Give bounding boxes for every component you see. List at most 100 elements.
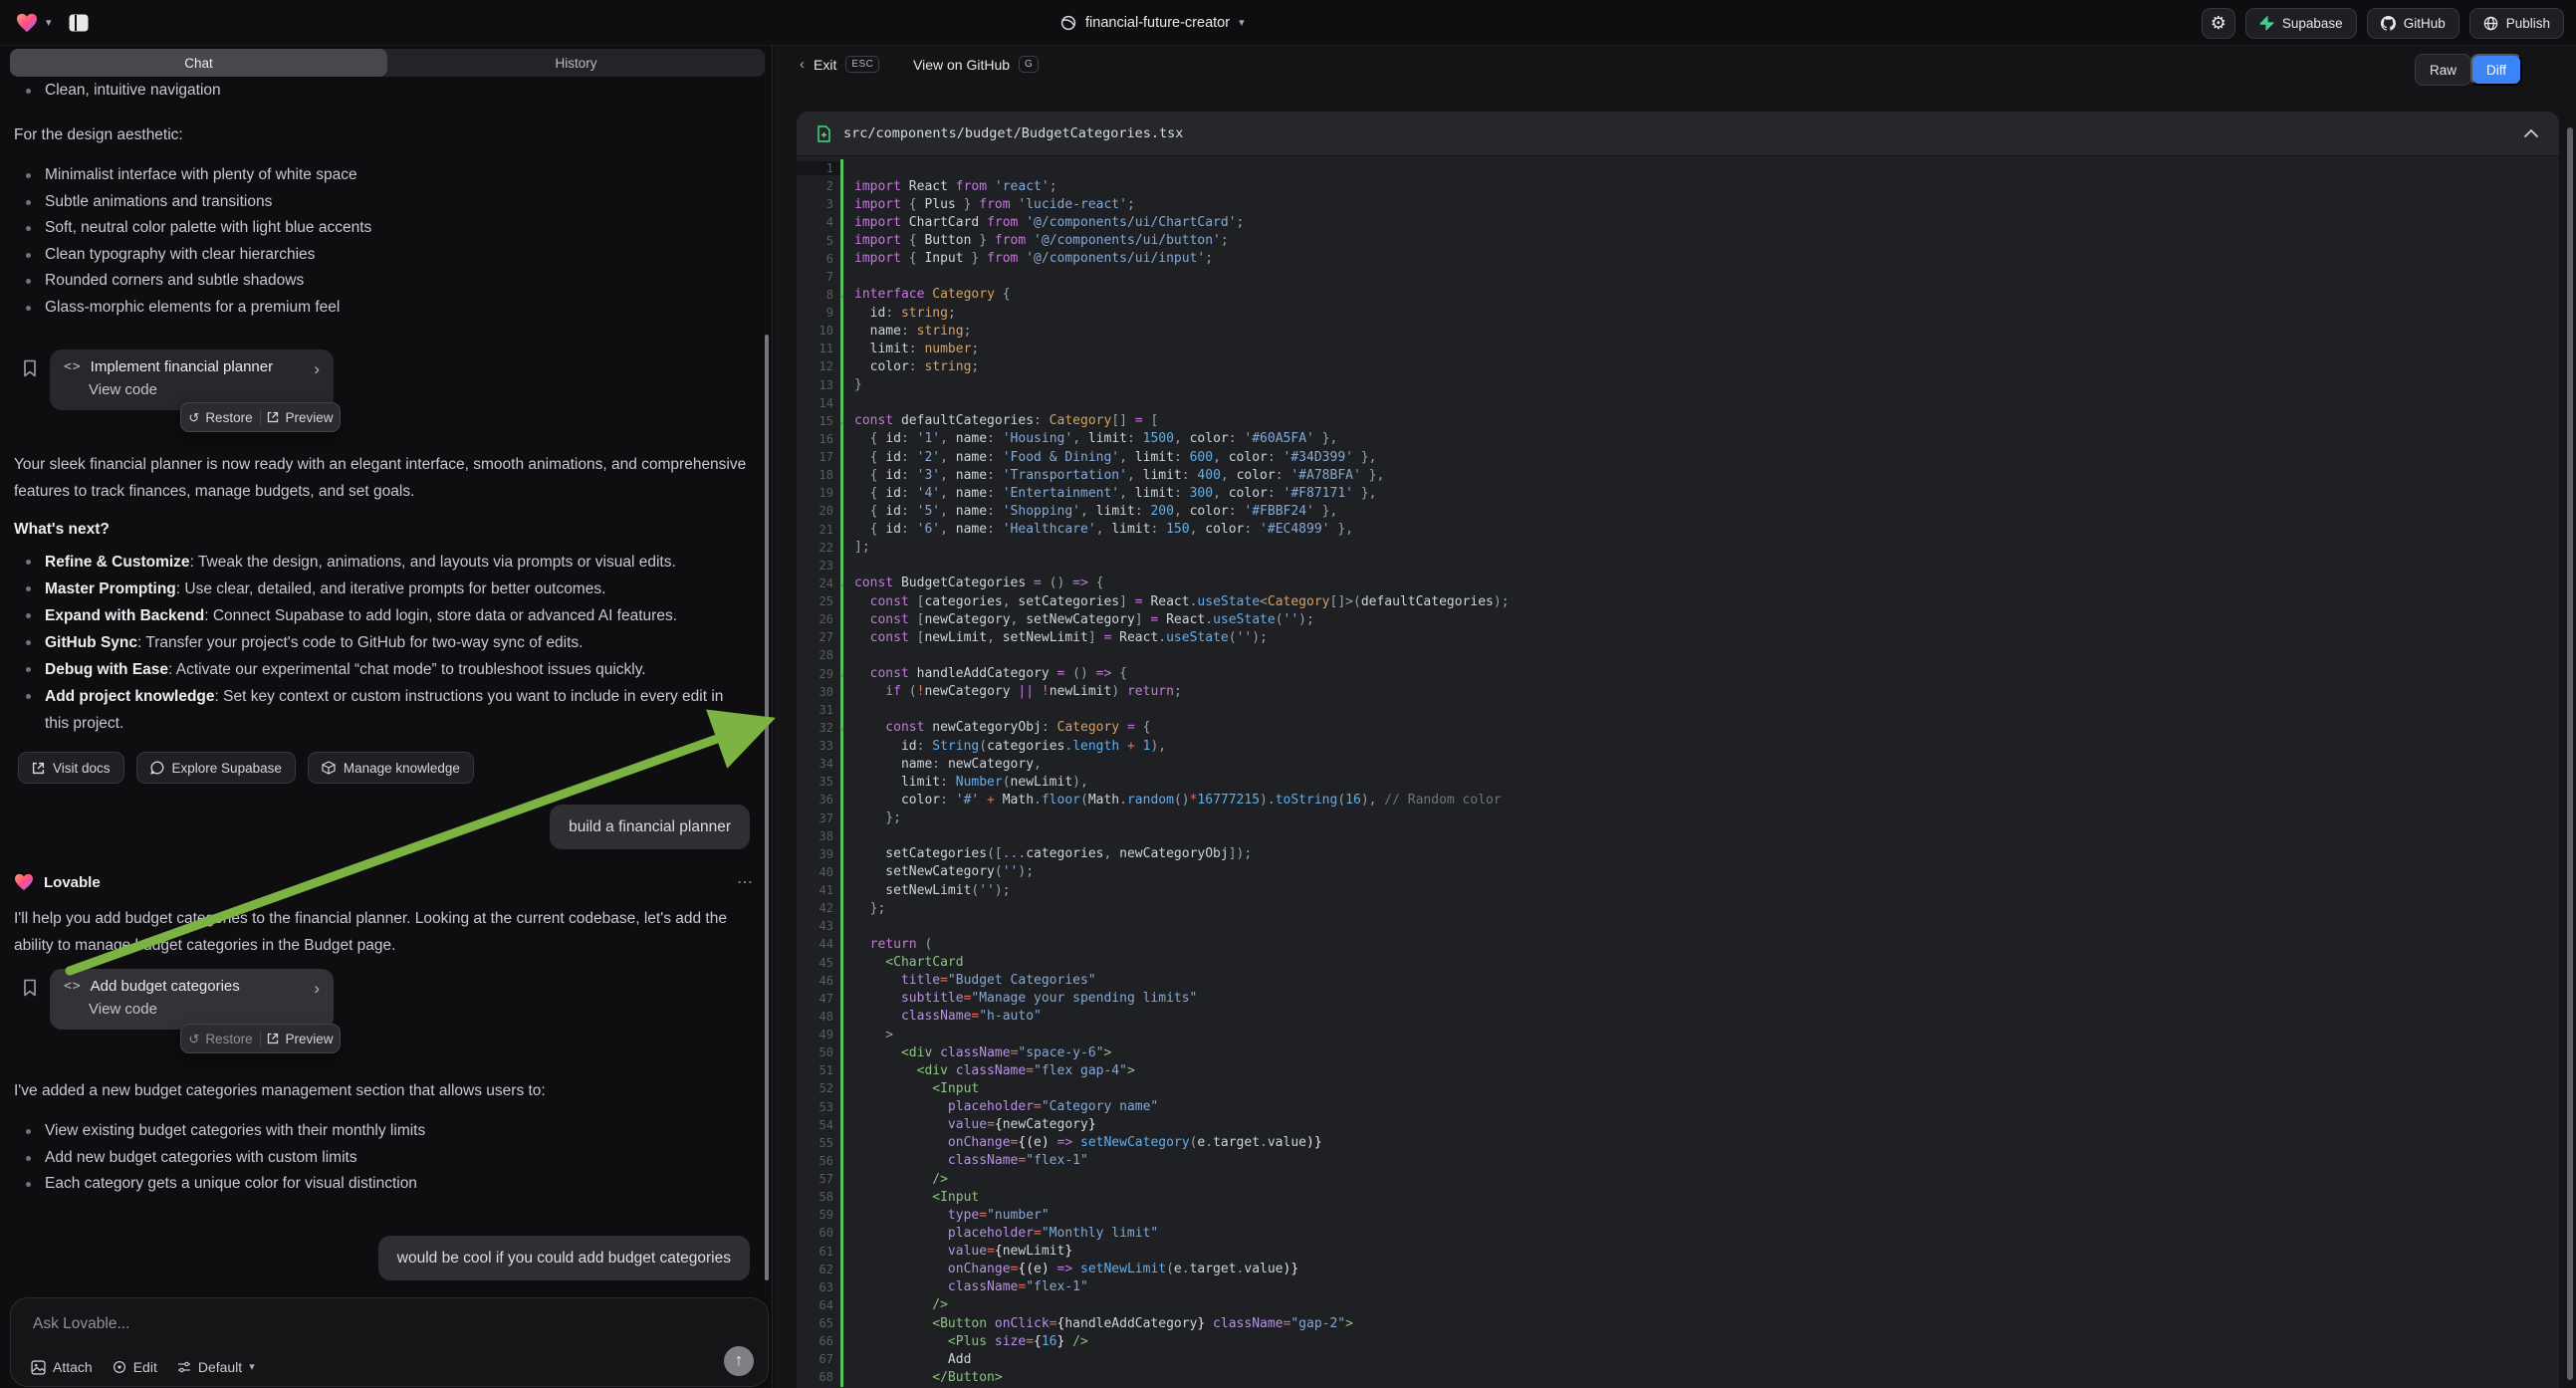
tab-chat[interactable]: Chat: [10, 49, 387, 77]
line-number: 14: [797, 396, 840, 410]
supabase-button[interactable]: Supabase: [2245, 8, 2357, 39]
code-icon: <>: [64, 359, 82, 374]
bookmark-icon[interactable]: [22, 359, 38, 377]
restore-button[interactable]: ↺ Restore: [181, 1025, 260, 1052]
restore-button[interactable]: ↺ Restore: [181, 403, 260, 431]
line-number: 55: [797, 1136, 840, 1150]
bullet-text: Expand with Backend: Connect Supabase to…: [45, 602, 677, 629]
diff-toggle-button[interactable]: Diff: [2470, 54, 2522, 86]
code-text: className="flex-1": [843, 1279, 1088, 1294]
list-item: Subtle animations and transitions: [14, 189, 753, 216]
code-line: 8⌄interface Category {: [797, 286, 2559, 304]
line-number: 57: [797, 1172, 840, 1186]
g-key-badge: G: [1019, 56, 1039, 73]
code-text: { id: '5', name: 'Shopping', limit: 200,…: [843, 504, 1337, 519]
version-card-add-budget-categories[interactable]: <> Add budget categories › View code: [50, 969, 334, 1030]
project-globe-icon: [1060, 15, 1076, 31]
version-card-implement-financial-planner[interactable]: <> Implement financial planner › View co…: [50, 349, 334, 410]
mode-selector[interactable]: Default ▾: [177, 1359, 255, 1375]
toggle-sidebar-button[interactable]: [68, 13, 90, 33]
raw-toggle-button[interactable]: Raw: [2415, 54, 2471, 86]
visit-docs-button[interactable]: Visit docs: [18, 752, 124, 784]
publish-globe-icon: [2483, 16, 2498, 31]
chat-history-tabs: Chat History: [10, 49, 765, 77]
manage-knowledge-button[interactable]: Manage knowledge: [308, 752, 474, 784]
code-line: 32⌄ const newCategoryObj: Category = {: [797, 719, 2559, 737]
composer[interactable]: Ask Lovable... Attach Edit Default ▾ ↑: [10, 1297, 769, 1387]
composer-input[interactable]: Ask Lovable...: [33, 1315, 129, 1333]
lovable-heart-icon: [14, 873, 34, 891]
send-button[interactable]: ↑: [724, 1346, 754, 1376]
fold-chevron-icon[interactable]: ⌄: [839, 578, 844, 588]
project-selector[interactable]: financial-future-creator ▾: [1060, 0, 1245, 46]
code-text: />: [843, 1297, 948, 1312]
code-line: 67 Add: [797, 1350, 2559, 1368]
bullet-dot: [26, 640, 31, 645]
message-menu-button[interactable]: ⋯: [737, 872, 755, 892]
image-icon: [31, 1360, 46, 1375]
code-line: 34 name: newCategory,: [797, 755, 2559, 773]
attach-button[interactable]: Attach: [31, 1359, 93, 1375]
file-added-icon: [817, 125, 831, 142]
assistant-name: Lovable: [44, 874, 101, 891]
file-header[interactable]: src/components/budget/BudgetCategories.t…: [797, 112, 2559, 156]
bullet-text: Glass-morphic elements for a premium fee…: [45, 295, 340, 322]
chat-scrollbar[interactable]: [765, 335, 769, 1280]
code-text: const handleAddCategory = () => {: [843, 666, 1127, 681]
list-item: Refine & Customize: Tweak the design, an…: [14, 549, 753, 576]
restore-icon: ↺: [188, 411, 199, 424]
tab-history[interactable]: History: [387, 49, 765, 77]
bookmark-icon[interactable]: [22, 979, 38, 997]
code-text: ];: [843, 540, 870, 555]
settings-button[interactable]: ⚙: [2202, 8, 2235, 39]
code-text: <Button onClick={handleAddCategory} clas…: [843, 1316, 1353, 1331]
edit-button[interactable]: Edit: [113, 1359, 157, 1375]
view-code-link[interactable]: View code: [89, 381, 320, 398]
code-line: 42 };: [797, 899, 2559, 917]
scrolled-bullet-list: Clean, intuitive navigation: [14, 78, 753, 105]
line-number: 53: [797, 1100, 840, 1114]
preview-button[interactable]: Preview: [261, 1025, 340, 1052]
list-item: Clean, intuitive navigation: [14, 78, 753, 105]
line-number: 2: [797, 179, 840, 193]
fold-chevron-icon[interactable]: ⌄: [839, 669, 844, 679]
code-line: 61 value={newLimit}: [797, 1243, 2559, 1261]
logo-chevron-down-icon[interactable]: ▾: [46, 18, 52, 29]
restore-icon: ↺: [188, 1033, 199, 1045]
code-scrollbar[interactable]: [2567, 127, 2573, 1380]
line-number: 28: [797, 648, 840, 662]
view-code-link[interactable]: View code: [89, 1001, 320, 1018]
restore-label: Restore: [205, 410, 252, 425]
bullet-text: Minimalist interface with plenty of whit…: [45, 162, 357, 189]
fold-chevron-icon[interactable]: ⌄: [839, 723, 844, 733]
project-name: financial-future-creator: [1085, 15, 1230, 31]
code-line: 33 id: String(categories.length + 1),: [797, 737, 2559, 755]
lovable-logo-icon[interactable]: [16, 13, 38, 33]
bullet-text: Clean, intuitive navigation: [45, 78, 221, 105]
list-item: Glass-morphic elements for a premium fee…: [14, 295, 753, 322]
fold-chevron-icon[interactable]: ⌄: [839, 416, 844, 426]
target-icon: [113, 1360, 126, 1374]
fold-chevron-icon[interactable]: ⌄: [839, 290, 844, 300]
exit-button[interactable]: ‹ Exit ESC: [800, 56, 879, 73]
github-button[interactable]: GitHub: [2367, 8, 2459, 39]
bullet-text: Each category gets a unique color for vi…: [45, 1171, 417, 1198]
code-panel: ‹ Exit ESC View on GitHub G Raw Diff src…: [774, 46, 2576, 1388]
code-text: <Input: [843, 1081, 979, 1096]
whats-next-list: Refine & Customize: Tweak the design, an…: [14, 549, 753, 737]
line-number: 62: [797, 1263, 840, 1276]
view-on-github-button[interactable]: View on GitHub G: [913, 56, 1039, 73]
assistant-header: Lovable ⋯: [14, 872, 755, 892]
sliders-icon: [177, 1360, 191, 1374]
preview-button[interactable]: Preview: [261, 403, 340, 431]
code-text: <Plus size={16} />: [843, 1334, 1088, 1349]
line-number: 60: [797, 1226, 840, 1240]
code-text: <ChartCard: [843, 955, 964, 970]
publish-button[interactable]: Publish: [2469, 8, 2564, 39]
collapse-file-button[interactable]: [2523, 128, 2539, 138]
line-number: 25: [797, 594, 840, 608]
code-line: 16 { id: '1', name: 'Housing', limit: 15…: [797, 430, 2559, 448]
explore-supabase-button[interactable]: Explore Supabase: [136, 752, 296, 784]
external-link-icon: [32, 762, 45, 775]
code-line: 39 setCategories([...categories, newCate…: [797, 845, 2559, 863]
